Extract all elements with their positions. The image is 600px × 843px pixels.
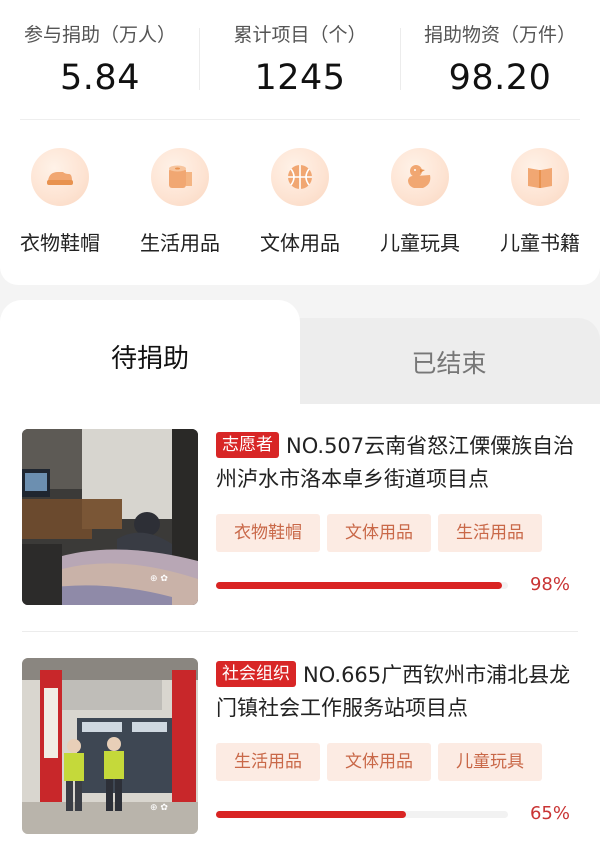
badge-organization: 社会组织 [216,661,296,687]
category-clothing[interactable]: 衣物鞋帽 [0,140,120,260]
tab-finished-label: 已结束 [411,349,487,378]
tissue-roll-icon [151,148,209,206]
stat-value: 1245 [254,58,346,98]
stat-label: 捐助物资（万件） [423,24,576,46]
tab-pending[interactable]: 待捐助 [0,300,300,405]
stats-row: 参与捐助（万人） 5.84 累计项目（个） 1245 捐助物资（万件） 98.2… [0,0,600,120]
tag: 衣物鞋帽 [216,514,320,552]
stat-divider [400,28,401,90]
stat-value: 98.20 [448,58,552,98]
tag: 文体用品 [327,514,431,552]
category-row: 衣物鞋帽 生活用品 文体用品 儿童玩具 儿童书籍 [0,140,600,260]
progress-bar [216,582,508,589]
book-icon [511,148,569,206]
tag-list: 衣物鞋帽 文体用品 生活用品 [216,514,586,552]
progress-bar [216,811,508,818]
category-label: 衣物鞋帽 [20,231,100,255]
tab-bar: 已结束 待捐助 [0,300,600,405]
progress-fill [216,582,503,589]
project-card[interactable]: ⊕ ✿ 志愿者 NO.507云南省怒江傈僳族自治州泸水市洛本卓乡街道项目点 衣物鞋… [0,404,600,605]
project-photo: ⊕ ✿ [22,429,198,605]
duck-toy-icon [391,148,449,206]
category-label: 生活用品 [140,231,220,255]
stat-value: 5.84 [60,58,140,98]
category-label: 儿童玩具 [380,231,460,255]
stat-projects: 累计项目（个） 1245 [200,0,400,120]
badge-volunteer: 志愿者 [216,432,279,458]
category-label: 文体用品 [260,231,340,255]
project-card[interactable]: ⊕ ✿ 社会组织 NO.665广西钦州市浦北县龙门镇社会工作服务站项目点 生活用品… [0,633,600,834]
stat-divider [199,28,200,90]
project-title: 社会组织 NO.665广西钦州市浦北县龙门镇社会工作服务站项目点 [216,659,586,725]
progress-fill [216,811,406,818]
tag: 生活用品 [216,743,320,781]
basketball-icon [271,148,329,206]
tag: 文体用品 [327,743,431,781]
category-daily-goods[interactable]: 生活用品 [120,140,240,260]
clothing-icon [31,148,89,206]
category-label: 儿童书籍 [500,231,580,255]
stats-card: 参与捐助（万人） 5.84 累计项目（个） 1245 捐助物资（万件） 98.2… [0,0,600,285]
tag: 生活用品 [438,514,542,552]
stat-label: 参与捐助（万人） [23,24,176,46]
project-photo: ⊕ ✿ [22,658,198,834]
stat-supplies: 捐助物资（万件） 98.20 [400,0,600,120]
stat-participants: 参与捐助（万人） 5.84 [0,0,200,120]
tag-list: 生活用品 文体用品 儿童玩具 [216,743,586,781]
project-list: ⊕ ✿ 志愿者 NO.507云南省怒江傈僳族自治州泸水市洛本卓乡街道项目点 衣物鞋… [0,404,600,843]
progress-percent: 65% [529,803,570,824]
category-toys[interactable]: 儿童玩具 [360,140,480,260]
divider [20,119,580,120]
svg-text:⊕ ✿: ⊕ ✿ [150,803,168,813]
progress-percent: 98% [529,574,570,595]
tab-pending-label: 待捐助 [110,344,189,374]
category-sports-stationery[interactable]: 文体用品 [240,140,360,260]
stat-label: 累计项目（个） [233,24,367,46]
svg-text:⊕ ✿: ⊕ ✿ [150,574,168,584]
divider [22,631,578,632]
project-title: 志愿者 NO.507云南省怒江傈僳族自治州泸水市洛本卓乡街道项目点 [216,430,586,496]
tag: 儿童玩具 [438,743,542,781]
category-books[interactable]: 儿童书籍 [480,140,600,260]
